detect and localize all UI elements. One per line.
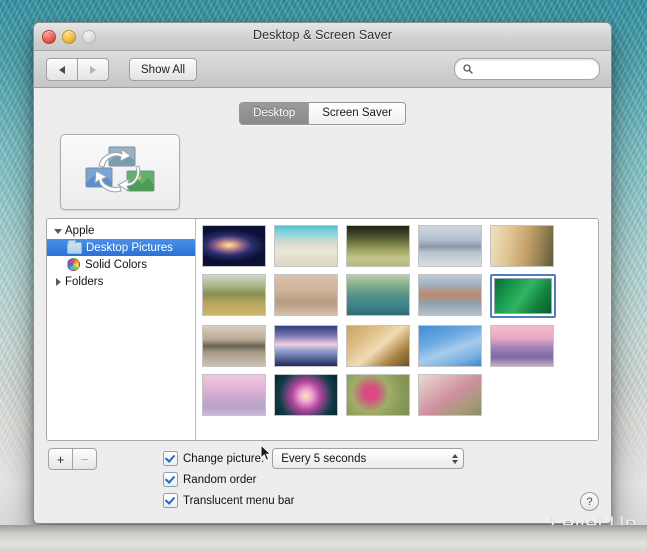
folder-icon: [67, 240, 82, 254]
random-order-option: Random order: [163, 469, 464, 490]
thumbnail-row: [202, 374, 598, 416]
thumbnail-tall-grass[interactable]: [346, 225, 410, 267]
window-toolbar: Show All: [34, 51, 611, 88]
tab-bar: Desktop Screen Saver: [46, 102, 599, 125]
sidebar-item-label: Folders: [65, 275, 104, 288]
wallpaper-thumbnail-grid[interactable]: [196, 219, 598, 440]
thumbnail-lily-pads[interactable]: [346, 274, 410, 316]
sidebar-item-folders[interactable]: Folders: [47, 273, 195, 290]
search-field[interactable]: [454, 58, 600, 80]
remove-folder-button[interactable]: −: [73, 448, 97, 470]
back-arrow-icon: [59, 65, 65, 74]
bottom-controls: + − Change picture: Every 5 seconds Rand…: [46, 448, 599, 511]
help-button[interactable]: ?: [580, 492, 599, 511]
random-order-checkbox[interactable]: [163, 472, 178, 487]
sidebar-item-apple[interactable]: Apple: [47, 222, 195, 239]
thumbnail-pink-mount-fuji[interactable]: [490, 325, 554, 367]
translucent-menu-bar-checkbox[interactable]: [163, 493, 178, 508]
sidebar-item-label: Desktop Pictures: [86, 241, 173, 254]
change-picture-checkbox[interactable]: [163, 451, 178, 466]
add-remove-folder-buttons: + −: [48, 448, 97, 470]
thumbnail-mountain-lake-sunset[interactable]: [274, 325, 338, 367]
search-icon: [463, 64, 473, 74]
thumbnail-abstract-landscape[interactable]: [418, 274, 482, 316]
thumbnail-pink-poppies[interactable]: [346, 374, 410, 416]
change-picture-label: Change picture:: [183, 452, 265, 465]
picker-panes: Apple Desktop Pictures Solid Colors Fold…: [46, 218, 599, 441]
show-all-label: Show All: [141, 63, 186, 76]
tab-screen-saver-label: Screen Saver: [322, 107, 392, 119]
current-desktop-preview[interactable]: [60, 134, 180, 210]
tab-desktop-label: Desktop: [253, 107, 296, 119]
navigation-buttons: [46, 58, 109, 81]
thumbnail-misty-lake[interactable]: [418, 225, 482, 267]
color-wheel-icon: [67, 258, 80, 271]
thumbnail-lion-portrait[interactable]: [346, 325, 410, 367]
search-input[interactable]: [477, 62, 591, 76]
forward-arrow-icon: [90, 65, 96, 74]
translucent-menu-bar-option: Translucent menu bar: [163, 490, 464, 511]
thumbnail-desert-dune-bird[interactable]: [490, 225, 554, 267]
thumbnail-row: [202, 225, 598, 267]
remove-folder-label: −: [80, 451, 89, 467]
tab-segmented-control: Desktop Screen Saver: [239, 102, 406, 125]
preferences-pane: Desktop Screen Saver Apple Desktop Pictu…: [34, 88, 611, 523]
thumbnail-row: [202, 274, 598, 318]
thumbnail-selected-wrapper: [490, 274, 556, 318]
thumbnail-pink-mist-hills[interactable]: [202, 374, 266, 416]
disclosure-triangle-open-icon[interactable]: [53, 226, 63, 236]
thumbnail-island-reflection[interactable]: [202, 325, 266, 367]
sidebar-item-label: Solid Colors: [85, 258, 147, 271]
watermark: Level Up: [550, 513, 637, 536]
translucent-menu-bar-label: Translucent menu bar: [183, 494, 295, 507]
thumbnail-pink-berries[interactable]: [418, 374, 482, 416]
forward-button[interactable]: [78, 58, 109, 81]
change-picture-option: Change picture: Every 5 seconds: [163, 448, 465, 469]
sidebar-item-solid-colors[interactable]: Solid Colors: [47, 256, 195, 273]
source-sidebar[interactable]: Apple Desktop Pictures Solid Colors Fold…: [47, 219, 196, 440]
window-titlebar: Desktop & Screen Saver: [34, 23, 611, 51]
random-order-label: Random order: [183, 473, 257, 486]
interval-popup-button[interactable]: Every 5 seconds: [272, 448, 465, 469]
system-preferences-window: Desktop & Screen Saver Show All Desktop …: [33, 22, 612, 524]
thumbnail-elephant-savanna[interactable]: [202, 274, 266, 316]
thumbnail-desert-caravan[interactable]: [274, 274, 338, 316]
thumbnail-blue-sky-crescent-moon[interactable]: [418, 325, 482, 367]
desktop-background: Desktop & Screen Saver Show All Desktop …: [0, 0, 647, 551]
thumbnail-green-eelgrass[interactable]: [494, 278, 552, 314]
tab-screen-saver[interactable]: Screen Saver: [308, 103, 405, 124]
add-folder-button[interactable]: +: [48, 448, 73, 470]
thumbnail-purple-lotus[interactable]: [274, 374, 338, 416]
thumbnail-row: [202, 325, 598, 367]
tab-desktop[interactable]: Desktop: [240, 103, 309, 124]
help-label: ?: [586, 495, 593, 508]
window-title: Desktop & Screen Saver: [252, 28, 393, 42]
thumbnail-andromeda-galaxy[interactable]: [202, 225, 266, 267]
options-column: Change picture: Every 5 seconds Random o…: [163, 448, 465, 511]
disclosure-triangle-closed-icon[interactable]: [53, 277, 63, 287]
stepper-arrows-icon[interactable]: [452, 453, 459, 464]
sidebar-item-label: Apple: [65, 224, 95, 237]
back-button[interactable]: [46, 58, 78, 81]
sidebar-item-desktop-pictures[interactable]: Desktop Pictures: [47, 239, 195, 256]
rotating-desktop-pictures-icon: [85, 146, 155, 193]
add-folder-label: +: [56, 451, 65, 467]
show-all-button[interactable]: Show All: [129, 58, 198, 81]
interval-value: Every 5 seconds: [281, 452, 367, 465]
thumbnail-beach-shoreline[interactable]: [274, 225, 338, 267]
